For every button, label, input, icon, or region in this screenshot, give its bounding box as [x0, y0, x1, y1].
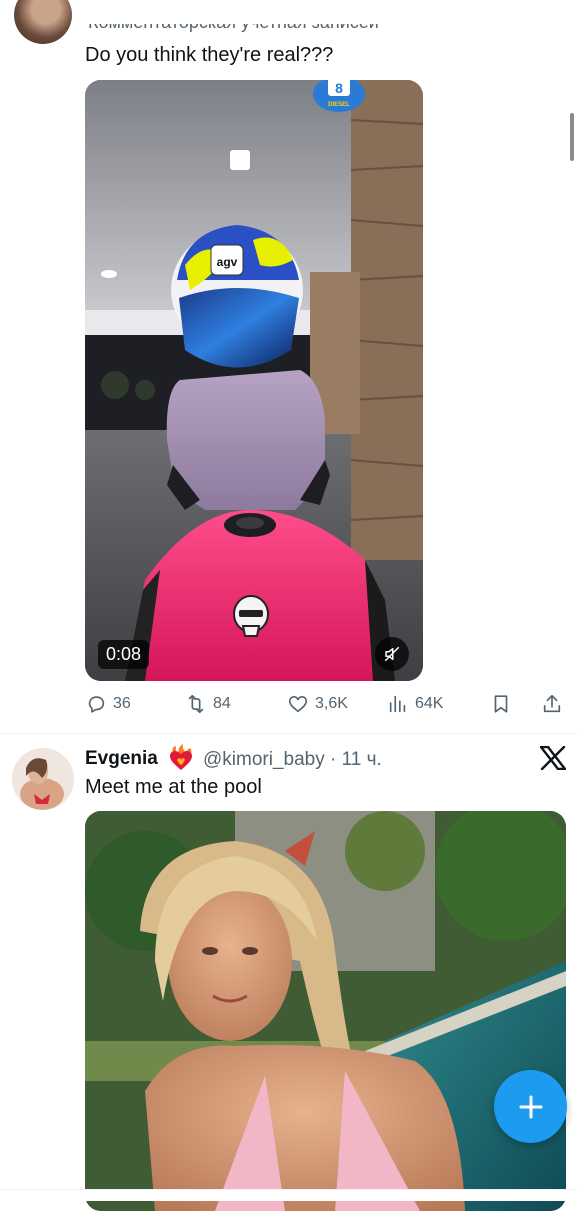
post-time[interactable]: 11 ч.	[342, 749, 382, 770]
compose-button[interactable]	[494, 1070, 567, 1143]
view-count: 64K	[415, 695, 444, 712]
meta-separator: ·	[330, 749, 337, 770]
heart-icon	[288, 696, 308, 713]
author-handle[interactable]: @kimori_baby	[203, 749, 325, 770]
avatar-image	[12, 748, 74, 810]
author-meta: @kimori_baby · 11 ч.	[203, 749, 382, 771]
reply-count: 36	[113, 695, 131, 712]
reply-button[interactable]: 36	[85, 690, 131, 718]
repost-count: 84	[213, 695, 231, 712]
repost-button[interactable]: 84	[185, 690, 231, 718]
bottom-edge	[0, 1189, 579, 1201]
tweet-text: Do you think they're real???	[85, 44, 334, 66]
tweet-actions: 36 84 3,6K 64K	[85, 690, 569, 718]
bookmark-button[interactable]	[490, 690, 518, 718]
reply-icon	[88, 696, 105, 713]
author-avatar[interactable]	[14, 0, 72, 44]
share-button[interactable]	[541, 690, 569, 718]
badge-label: DIESEL	[328, 102, 350, 108]
x-logo-icon[interactable]	[540, 746, 566, 770]
bookmark-icon	[494, 695, 508, 713]
photo-image	[85, 811, 566, 1211]
context-line: Комментаторская учетная записей	[88, 12, 379, 32]
share-icon	[543, 694, 561, 713]
tweet-photo[interactable]	[85, 811, 566, 1211]
views-icon	[389, 695, 406, 713]
video-frame: 8 DIESEL agv	[85, 80, 423, 681]
video-duration: 0:08	[98, 640, 150, 669]
helmet-brand: agv	[217, 255, 238, 269]
views-button[interactable]: 64K	[387, 690, 443, 718]
badge-number: 8	[335, 80, 343, 96]
mute-button[interactable]	[375, 637, 409, 671]
plus-icon	[519, 1095, 542, 1118]
author-avatar[interactable]	[12, 748, 74, 810]
like-count: 3,6K	[315, 695, 348, 712]
author-name[interactable]: Evgenia	[85, 748, 158, 770]
muted-speaker-icon	[384, 646, 400, 662]
heart-on-fire-emoji	[170, 744, 192, 770]
scrollbar[interactable]	[570, 113, 574, 161]
repost-icon	[188, 694, 204, 714]
tweet-text: Meet me at the pool	[85, 776, 262, 798]
like-button[interactable]: 3,6K	[287, 690, 348, 718]
divider	[0, 733, 579, 734]
video-player[interactable]: 8 DIESEL agv 0:08	[85, 80, 423, 681]
